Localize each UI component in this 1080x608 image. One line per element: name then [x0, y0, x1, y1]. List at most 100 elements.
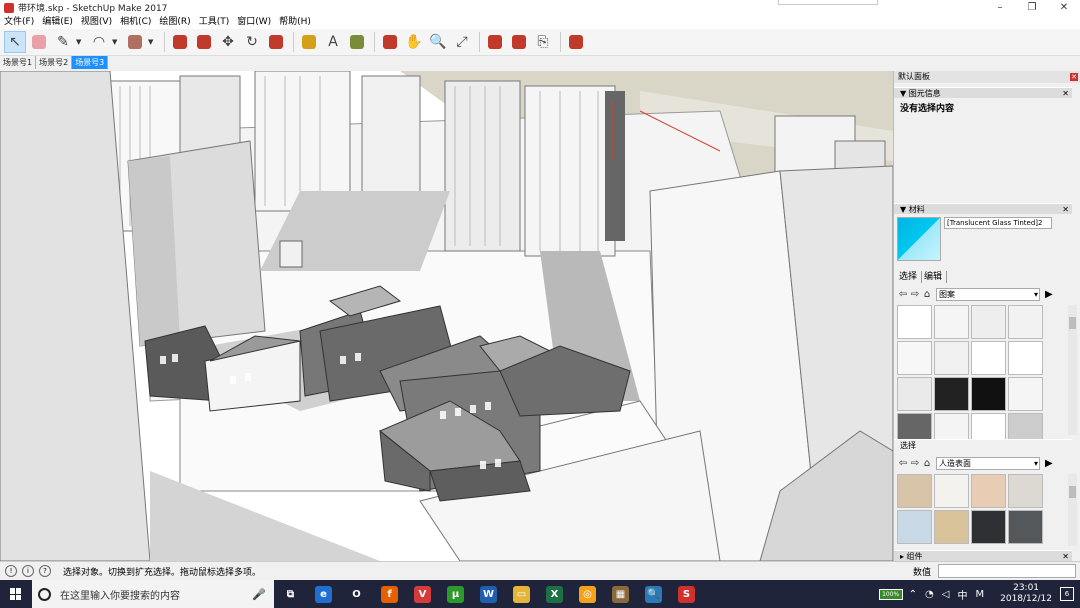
taskbar-app-search-app[interactable]: 🔍	[637, 580, 670, 608]
back-icon[interactable]: ⇦	[897, 458, 909, 469]
scroll-thumb[interactable]	[1069, 486, 1076, 498]
arc-tool-icon[interactable]: ◠	[88, 31, 110, 53]
pattern-scrollbar[interactable]	[1068, 305, 1077, 435]
material-swatch[interactable]	[1008, 510, 1043, 544]
material-swatch[interactable]	[1008, 305, 1043, 339]
microphone-icon[interactable]: 🎤	[252, 588, 266, 601]
scene-tab-1[interactable]: 场景号1	[0, 56, 37, 69]
taskbar-app-chrome[interactable]: ◎	[571, 580, 604, 608]
back-icon[interactable]: ⇦	[897, 289, 909, 300]
zoom-tool-icon[interactable]: 🔍	[427, 31, 449, 53]
restore-button[interactable]: ❐	[1016, 0, 1048, 15]
pencil-tool-icon[interactable]: ✎	[52, 31, 74, 53]
chevron-down-icon[interactable]: ▼	[112, 38, 120, 46]
close-tray-icon[interactable]: ✕	[1070, 73, 1078, 81]
scale-tool-icon[interactable]	[265, 31, 287, 53]
taskbar-app-vivaldi[interactable]: V	[406, 580, 439, 608]
material-swatch[interactable]	[934, 474, 969, 508]
tab-select[interactable]: 选择	[897, 271, 923, 283]
menu-file[interactable]: 文件(F)	[0, 15, 38, 29]
chevron-down-icon[interactable]: ▼	[76, 38, 84, 46]
material-swatch[interactable]	[971, 341, 1006, 375]
material-swatch[interactable]	[897, 341, 932, 375]
material-swatch[interactable]	[1008, 377, 1043, 411]
battery-icon[interactable]: 100%	[878, 588, 903, 600]
scene-tab-3[interactable]: 场景号3	[72, 56, 109, 69]
taskbar-app-sketchup[interactable]: S	[670, 580, 703, 608]
menu-tools[interactable]: 工具(T)	[195, 15, 234, 29]
model-viewport[interactable]	[0, 71, 893, 561]
taskbar-app-task-view[interactable]: ⧉	[274, 580, 307, 608]
menu-view[interactable]: 视图(V)	[77, 15, 116, 29]
material-swatch[interactable]	[971, 510, 1006, 544]
show-hidden-icons-icon[interactable]: ⌃	[909, 589, 917, 600]
zoom-extents-tool-icon[interactable]: ⤢	[451, 31, 473, 53]
material-name-field[interactable]: [Translucent Glass Tinted]2	[944, 217, 1052, 229]
measurements-input[interactable]	[938, 564, 1076, 578]
materials-header[interactable]: ▼ 材料 ✕	[894, 203, 1072, 214]
language-indicator[interactable]: 中	[957, 587, 967, 602]
eraser-tool-icon[interactable]	[28, 31, 50, 53]
rotate-tool-icon[interactable]: ↻	[241, 31, 263, 53]
home-icon[interactable]: ⌂	[921, 289, 933, 300]
material-swatch[interactable]	[934, 305, 969, 339]
surface-scrollbar[interactable]	[1068, 474, 1077, 546]
move-tool-icon[interactable]: ✥	[217, 31, 239, 53]
menu-window[interactable]: 窗口(W)	[233, 15, 275, 29]
tab-edit[interactable]: 编辑	[922, 271, 948, 283]
material-swatch[interactable]	[934, 341, 969, 375]
material-swatch[interactable]	[971, 377, 1006, 411]
action-center-icon[interactable]: 6	[1060, 587, 1074, 601]
material-swatch[interactable]	[897, 377, 932, 411]
material-swatch[interactable]	[934, 377, 969, 411]
taskbar-app-edge[interactable]: e	[307, 580, 340, 608]
shape-tool-icon[interactable]	[124, 31, 146, 53]
select-tool-icon[interactable]: ↖	[4, 31, 26, 53]
material-swatch[interactable]	[1008, 474, 1043, 508]
menu-draw[interactable]: 绘图(R)	[155, 15, 194, 29]
close-button[interactable]: ✕	[1048, 0, 1080, 15]
close-icon[interactable]: ✕	[1062, 88, 1069, 99]
details-icon[interactable]: ▶	[1045, 458, 1053, 469]
scene-tab-2[interactable]: 场景号2	[36, 56, 73, 69]
material-swatch[interactable]	[971, 305, 1006, 339]
details-icon[interactable]: ▶	[1045, 289, 1053, 300]
material-swatch[interactable]	[897, 510, 932, 544]
material-swatch[interactable]	[1008, 341, 1043, 375]
entity-info-header[interactable]: ▼ 图元信息 ✕	[894, 87, 1072, 98]
second-library-dropdown[interactable]: 人造表面	[936, 456, 1040, 470]
taskbar-clock[interactable]: 23:01 2018/12/12	[1000, 583, 1052, 605]
wifi-icon[interactable]: ◔	[925, 589, 934, 600]
components-header[interactable]: ▸ 组件 ✕	[894, 550, 1072, 561]
material-swatch[interactable]	[897, 305, 932, 339]
material-swatch[interactable]	[934, 510, 969, 544]
close-icon[interactable]: ✕	[1062, 204, 1069, 215]
paint-bucket-tool-icon[interactable]	[346, 31, 368, 53]
material-swatch[interactable]	[897, 474, 932, 508]
taskbar-app-firefox[interactable]: f	[373, 580, 406, 608]
geo-location-icon[interactable]: !	[5, 565, 17, 577]
taskbar-search[interactable]: 在这里输入你要搜索的内容 🎤	[32, 580, 274, 608]
taskbar-app-photos[interactable]: ▦	[604, 580, 637, 608]
scroll-thumb[interactable]	[1069, 317, 1076, 329]
menu-help[interactable]: 帮助(H)	[275, 15, 315, 29]
material-swatch[interactable]	[971, 474, 1006, 508]
taskbar-app-wps[interactable]: W	[472, 580, 505, 608]
menu-camera[interactable]: 相机(C)	[116, 15, 155, 29]
ruby-console-tool-icon[interactable]	[565, 31, 587, 53]
pan-tool-icon[interactable]: ✋	[403, 31, 425, 53]
send-to-layout-tool-icon[interactable]: ⎘	[532, 31, 554, 53]
follow-me-tool-icon[interactable]	[193, 31, 215, 53]
volume-icon[interactable]: ◁	[942, 589, 950, 600]
chevron-down-icon[interactable]: ▼	[148, 38, 156, 46]
current-material-swatch[interactable]	[897, 217, 941, 261]
instructor-icon[interactable]: ?	[39, 565, 51, 577]
ime-indicator[interactable]: M	[975, 589, 984, 600]
minimize-button[interactable]: –	[984, 0, 1016, 15]
home-icon[interactable]: ⌂	[921, 458, 933, 469]
tape-measure-tool-icon[interactable]	[298, 31, 320, 53]
taskbar-app-utorrent[interactable]: μ	[439, 580, 472, 608]
taskbar-app-excel[interactable]: X	[538, 580, 571, 608]
library-dropdown[interactable]: 图案	[936, 287, 1040, 301]
extension-warehouse-tool-icon[interactable]	[508, 31, 530, 53]
